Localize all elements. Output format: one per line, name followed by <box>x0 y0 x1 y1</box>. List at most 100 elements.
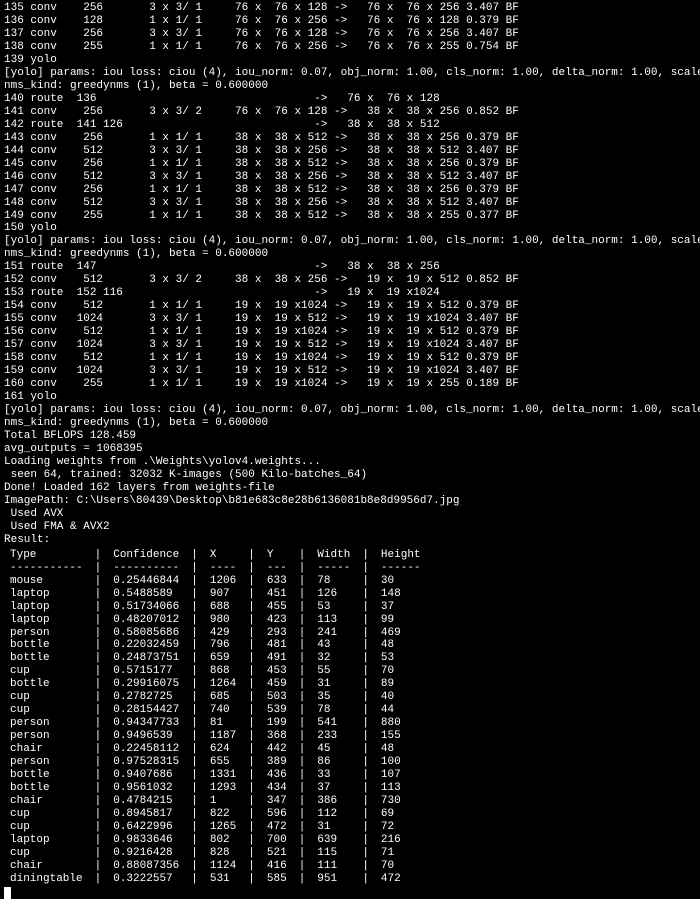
log-line: 160 conv 255 1 x 1/ 1 19 x 19 x1024 -> 1… <box>4 378 696 391</box>
cell: 531 <box>204 873 242 886</box>
cell: 81 <box>204 717 242 730</box>
cell: 0.51734066 <box>107 601 185 614</box>
col-x: X <box>204 549 242 562</box>
log-line: Total BFLOPS 128.459 <box>4 430 696 443</box>
cell: laptop <box>4 834 89 847</box>
cell: 423 <box>261 614 293 627</box>
log-line: 156 conv 512 1 x 1/ 1 19 x 19 x1024 -> 1… <box>4 326 696 339</box>
cell: 112 <box>311 808 356 821</box>
cell: 0.22032459 <box>107 639 185 652</box>
cell: 596 <box>261 808 293 821</box>
table-row: bottle|0.9561032|1293|434|37|113 <box>4 782 427 795</box>
cell: 53 <box>375 652 427 665</box>
cell: 44 <box>375 704 427 717</box>
cell: 0.58085686 <box>107 627 185 640</box>
cursor-icon <box>4 887 11 899</box>
cell: 659 <box>204 652 242 665</box>
table-header-row: Type|Confidence|X|Y|Width|Height <box>4 549 427 562</box>
cell: 368 <box>261 730 293 743</box>
cell: cup <box>4 847 89 860</box>
log-line: Used FMA & AVX2 <box>4 521 696 534</box>
log-line: 146 conv 512 3 x 3/ 1 38 x 38 x 256 -> 3… <box>4 171 696 184</box>
cell: 113 <box>375 782 427 795</box>
cell: 539 <box>261 704 293 717</box>
log-line: 158 conv 512 1 x 1/ 1 19 x 19 x1024 -> 1… <box>4 352 696 365</box>
cell: 951 <box>311 873 356 886</box>
log-line: ImagePath: C:\Users\80439\Desktop\b81e68… <box>4 495 696 508</box>
cell: 0.88087356 <box>107 860 185 873</box>
cell: 0.25446844 <box>107 575 185 588</box>
cell: chair <box>4 795 89 808</box>
cell: 0.9496539 <box>107 730 185 743</box>
cell: cup <box>4 691 89 704</box>
cell: 148 <box>375 588 427 601</box>
table-row: bottle|0.22032459|796|481|43|48 <box>4 639 427 652</box>
table-row: cup|0.8945817|822|596|112|69 <box>4 808 427 821</box>
log-line: 145 conv 256 1 x 1/ 1 38 x 38 x 512 -> 3… <box>4 158 696 171</box>
cell: 216 <box>375 834 427 847</box>
table-row: person|0.94347733|81|199|541|880 <box>4 717 427 730</box>
cell: 828 <box>204 847 242 860</box>
log-line: 159 conv 1024 3 x 3/ 1 19 x 19 x 512 -> … <box>4 365 696 378</box>
cell: 491 <box>261 652 293 665</box>
prompt-line[interactable] <box>4 886 696 899</box>
cell: cup <box>4 808 89 821</box>
cell: 868 <box>204 665 242 678</box>
cell: 1 <box>204 795 242 808</box>
cell: bottle <box>4 652 89 665</box>
cell: person <box>4 627 89 640</box>
cell: 126 <box>311 588 356 601</box>
cell: laptop <box>4 614 89 627</box>
cell: 70 <box>375 860 427 873</box>
cell: 48 <box>375 743 427 756</box>
cell: 442 <box>261 743 293 756</box>
cell: 639 <box>311 834 356 847</box>
cell: bottle <box>4 769 89 782</box>
cell: 469 <box>375 627 427 640</box>
log-line: Used AVX <box>4 508 696 521</box>
cell: 100 <box>375 756 427 769</box>
log-line: 151 route 147 -> 38 x 38 x 256 <box>4 261 696 274</box>
cell: 78 <box>311 575 356 588</box>
cell: 37 <box>375 601 427 614</box>
cell: 72 <box>375 821 427 834</box>
cell: 1265 <box>204 821 242 834</box>
cell: person <box>4 717 89 730</box>
table-row: laptop|0.5488589|907|451|126|148 <box>4 588 427 601</box>
log-line: 144 conv 512 3 x 3/ 1 38 x 38 x 256 -> 3… <box>4 145 696 158</box>
cell: 111 <box>311 860 356 873</box>
cell: 1293 <box>204 782 242 795</box>
log-line: Done! Loaded 162 layers from weights-fil… <box>4 482 696 495</box>
cell: 0.9407686 <box>107 769 185 782</box>
cell: 434 <box>261 782 293 795</box>
table-row: cup|0.2782725|685|503|35|40 <box>4 691 427 704</box>
log-line: [yolo] params: iou loss: ciou (4), iou_n… <box>4 67 696 80</box>
cell: 740 <box>204 704 242 717</box>
cell: 624 <box>204 743 242 756</box>
cell: 0.22458112 <box>107 743 185 756</box>
cell: 40 <box>375 691 427 704</box>
cell: 389 <box>261 756 293 769</box>
log-line: 155 conv 1024 3 x 3/ 1 19 x 19 x 512 -> … <box>4 313 696 326</box>
cell: 0.5715177 <box>107 665 185 678</box>
cell: cup <box>4 704 89 717</box>
log-line: 142 route 141 126 -> 38 x 38 x 512 <box>4 119 696 132</box>
cell: 416 <box>261 860 293 873</box>
cell: 31 <box>311 678 356 691</box>
col-type: Type <box>4 549 89 562</box>
log-line: nms_kind: greedynms (1), beta = 0.600000 <box>4 80 696 93</box>
cell: 78 <box>311 704 356 717</box>
log-line: 143 conv 256 1 x 1/ 1 38 x 38 x 512 -> 3… <box>4 132 696 145</box>
table-row: person|0.9496539|1187|368|233|155 <box>4 730 427 743</box>
cell: 347 <box>261 795 293 808</box>
cell: 0.5488589 <box>107 588 185 601</box>
cell: 730 <box>375 795 427 808</box>
cell: 503 <box>261 691 293 704</box>
log-line: 152 conv 512 3 x 3/ 2 38 x 38 x 256 -> 1… <box>4 274 696 287</box>
col-y: Y <box>261 549 293 562</box>
cell: 1124 <box>204 860 242 873</box>
cell: 685 <box>204 691 242 704</box>
log-line: Loading weights from .\Weights\yolov4.we… <box>4 456 696 469</box>
log-line: 161 yolo <box>4 391 696 404</box>
cell: 541 <box>311 717 356 730</box>
